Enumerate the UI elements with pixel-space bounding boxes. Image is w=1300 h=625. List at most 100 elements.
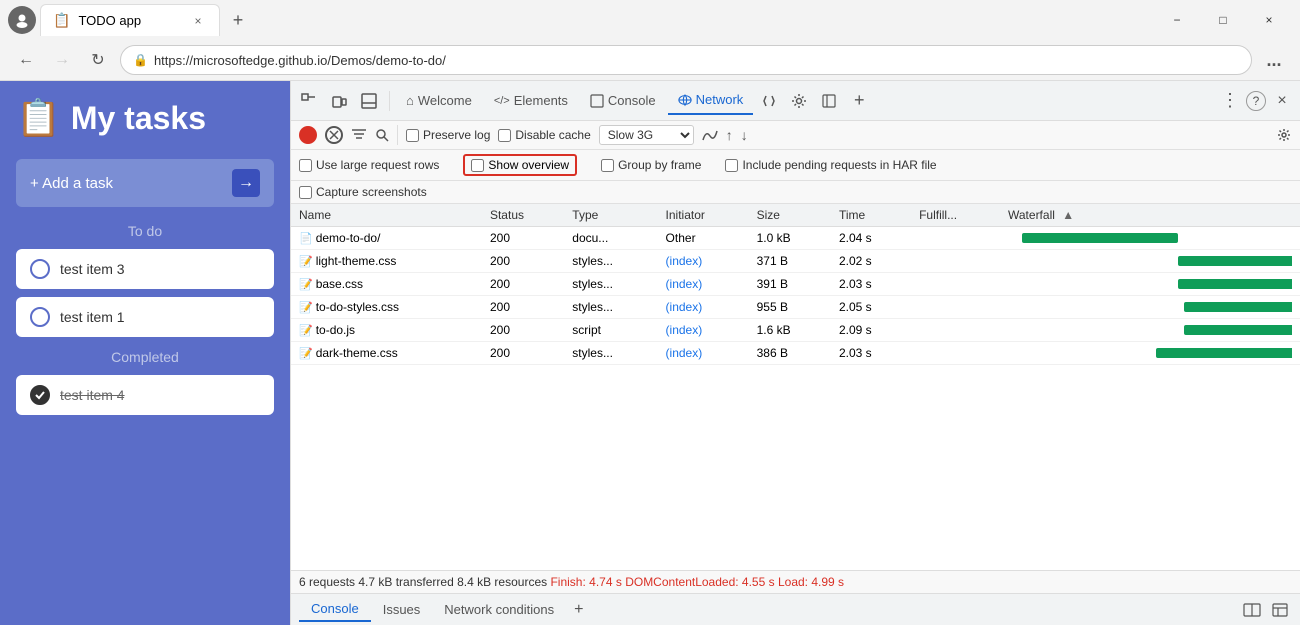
large-rows-label: Use large request rows [316,158,439,172]
browser-tab[interactable]: 📋 TODO app × [40,4,220,36]
tab-close-button[interactable]: × [189,12,207,30]
initiator-link[interactable]: (index) [666,277,703,291]
large-rows-checkbox[interactable]: Use large request rows [299,158,439,172]
dock-button[interactable] [355,87,383,115]
table-row[interactable]: 📝dark-theme.css200styles...(index)386 B2… [291,342,1300,365]
row-status-cell: 200 [482,319,564,342]
include-pending-checkbox[interactable]: Include pending requests in HAR file [725,158,936,172]
initiator-link[interactable]: (index) [666,254,703,268]
tab-welcome[interactable]: ⌂ Welcome [396,87,482,115]
task-item-test4[interactable]: test item 4 [16,375,274,415]
show-overview-checkbox-container[interactable]: Show overview [463,154,577,176]
back-button[interactable]: ← [12,46,40,74]
toolbar-divider-1 [389,91,390,111]
col-name[interactable]: Name [291,204,482,227]
disable-cache-checkbox[interactable]: Disable cache [498,128,590,142]
dock-side-button[interactable] [815,87,843,115]
task-checkbox-test1[interactable] [30,307,50,327]
minimize-button[interactable]: − [1154,4,1200,36]
fullscreen-button[interactable] [1268,598,1292,622]
task-checkbox-test3[interactable] [30,259,50,279]
address-input[interactable]: 🔒 https://microsoftedge.github.io/Demos/… [120,45,1252,75]
initiator-link[interactable]: (index) [666,300,703,314]
task-item-test3[interactable]: test item 3 [16,249,274,289]
table-row[interactable]: 📝light-theme.css200styles...(index)371 B… [291,250,1300,273]
preserve-log-checkbox[interactable]: Preserve log [406,128,490,142]
table-row[interactable]: 📝to-do.js200script(index)1.6 kB2.09 s [291,319,1300,342]
devtools-close-button[interactable]: × [1268,87,1296,115]
capture-screenshots-label: Capture screenshots [316,185,427,199]
maximize-button[interactable]: □ [1200,4,1246,36]
table-row[interactable]: 📝base.css200styles...(index)391 B2.03 s [291,273,1300,296]
initiator-link[interactable]: (index) [666,346,703,360]
filter-button[interactable] [351,128,367,142]
bottom-tab-console[interactable]: Console [299,597,371,622]
network-conditions-button[interactable] [702,128,718,142]
settings-button[interactable] [785,87,813,115]
tab-console[interactable]: Console [580,87,666,115]
sources-button[interactable] [755,87,783,115]
profile-icon[interactable] [8,6,36,34]
show-overview-input[interactable] [471,159,484,172]
new-tab-button[interactable]: + [224,6,252,34]
more-options-button[interactable]: ... [1260,46,1288,74]
row-time-cell: 2.02 s [831,250,911,273]
bottom-tab-network-conditions[interactable]: Network conditions [432,598,566,621]
inspect-element-button[interactable] [295,87,323,115]
welcome-tab-label: Welcome [418,93,472,108]
bottom-tab-issues[interactable]: Issues [371,598,433,621]
help-button[interactable]: ? [1246,91,1266,111]
export-button[interactable]: ↓ [741,127,748,143]
large-rows-input[interactable] [299,159,312,172]
row-name-cell: 📝to-do.js [291,319,482,342]
initiator-link[interactable]: (index) [666,323,703,337]
clear-button[interactable] [325,126,343,144]
record-button[interactable] [299,126,317,144]
tab-elements[interactable]: </> Elements [484,87,578,115]
preserve-log-input[interactable] [406,129,419,142]
tab-network[interactable]: Network [668,87,754,115]
row-type-cell: docu... [564,227,657,250]
table-row[interactable]: 📄demo-to-do/200docu...Other1.0 kB2.04 s [291,227,1300,250]
row-size-cell: 386 B [749,342,831,365]
add-tab-button[interactable]: + [845,87,873,115]
refresh-button[interactable]: ↻ [84,46,112,74]
capture-screenshots-checkbox[interactable]: Capture screenshots [299,185,427,199]
col-time[interactable]: Time [831,204,911,227]
tab-favicon: 📋 [53,12,70,29]
col-fulfill[interactable]: Fulfill... [911,204,1000,227]
include-pending-input[interactable] [725,159,738,172]
network-settings-button[interactable] [1276,127,1292,143]
col-waterfall[interactable]: Waterfall ▲ [1000,204,1300,227]
task-item-test1[interactable]: test item 1 [16,297,274,337]
more-tabs-button[interactable]: ⋮ [1216,87,1244,115]
import-button[interactable]: ↑ [726,127,733,143]
table-row[interactable]: 📝to-do-styles.css200styles...(index)955 … [291,296,1300,319]
forward-button[interactable]: → [48,46,76,74]
group-by-frame-checkbox[interactable]: Group by frame [601,158,701,172]
row-name-cell: 📝base.css [291,273,482,296]
device-toolbar-button[interactable] [325,87,353,115]
task-text-test4: test item 4 [60,387,125,403]
add-task-button[interactable]: + Add a task → [16,159,274,207]
task-checkbox-test4[interactable] [30,385,50,405]
add-bottom-tab-button[interactable]: + [566,597,591,623]
group-by-frame-label: Group by frame [618,158,701,172]
col-type[interactable]: Type [564,204,657,227]
capture-screenshots-input[interactable] [299,186,312,199]
throttle-select[interactable]: Slow 3G Fast 3G No throttling [599,125,694,145]
close-button[interactable]: × [1246,4,1292,36]
waterfall-bar [1184,325,1292,335]
devtools-toolbar: ⌂ Welcome </> Elements Console Network [291,81,1300,121]
disable-cache-input[interactable] [498,129,511,142]
search-button[interactable] [375,128,389,142]
split-pane-button[interactable] [1240,598,1264,622]
show-overview-label: Show overview [488,158,569,172]
waterfall-bar [1184,302,1292,312]
col-status[interactable]: Status [482,204,564,227]
col-size[interactable]: Size [749,204,831,227]
group-by-frame-input[interactable] [601,159,614,172]
row-initiator-cell: (index) [658,342,749,365]
col-initiator[interactable]: Initiator [658,204,749,227]
add-task-arrow-icon: → [232,169,260,197]
